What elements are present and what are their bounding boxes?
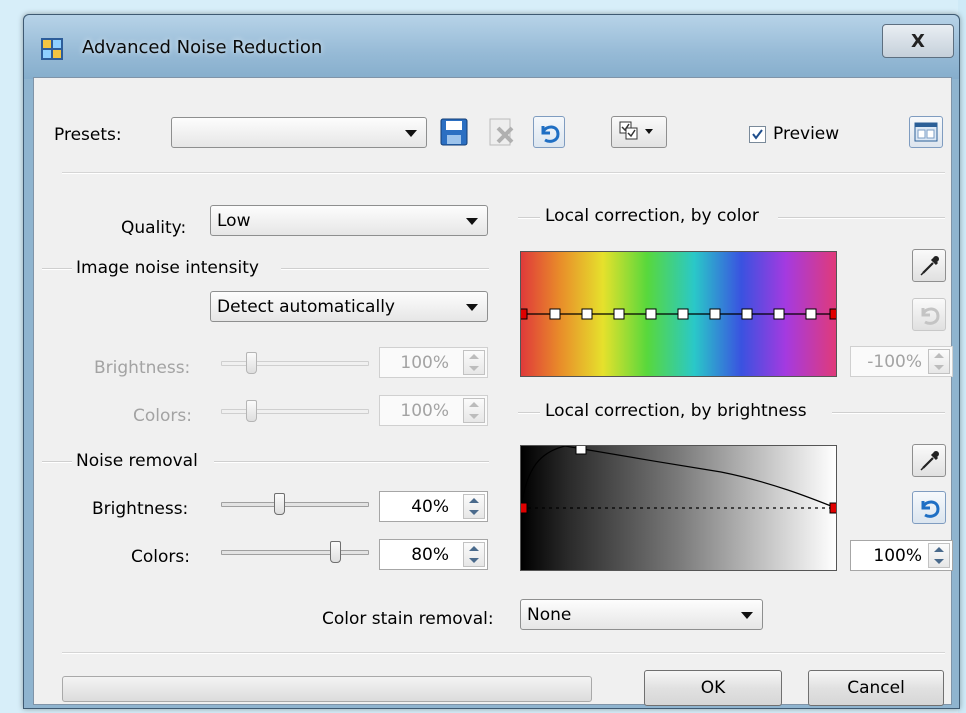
image-noise-group-label: Image noise intensity	[76, 258, 259, 278]
group-line	[214, 461, 489, 463]
window-title: Advanced Noise Reduction	[82, 37, 323, 58]
removal-brightness-slider-thumb[interactable]	[274, 493, 285, 515]
ok-button[interactable]: OK	[644, 670, 782, 706]
presets-label: Presets:	[54, 125, 122, 145]
chevron-down-icon	[405, 130, 417, 137]
color-stain-value: None	[527, 605, 572, 625]
removal-colors-slider-thumb[interactable]	[330, 541, 341, 563]
intensity-brightness-slider-thumb[interactable]	[246, 352, 257, 374]
group-line	[518, 412, 540, 414]
brightness-reset-button[interactable]	[912, 491, 946, 524]
cancel-label: Cancel	[847, 678, 905, 698]
options-menu-button[interactable]	[611, 116, 667, 148]
noise-intensity-mode-value: Detect automatically	[217, 297, 395, 317]
layout-icon	[914, 122, 938, 142]
preview-checkbox[interactable]	[749, 126, 766, 143]
removal-colors-spinbox[interactable]: 80%	[379, 539, 488, 570]
footer-divider	[62, 652, 945, 654]
dialog-client-area: Presets: Preview Quality: Low Image nois…	[33, 77, 953, 706]
group-line	[518, 217, 540, 219]
brightness-correction-value: 100%	[873, 546, 922, 566]
eyedropper-icon	[920, 256, 939, 276]
noise-intensity-mode-dropdown[interactable]: Detect automatically	[210, 291, 488, 322]
intensity-colors-slider-thumb[interactable]	[246, 400, 257, 422]
spin-arrows-icon[interactable]	[463, 542, 485, 567]
app-icon	[41, 38, 63, 60]
color-stain-label: Color stain removal:	[322, 609, 494, 629]
dialog-window: Advanced Noise Reduction X Presets: Prev…	[23, 14, 960, 709]
presets-dropdown[interactable]	[171, 117, 427, 148]
delete-preset-button[interactable]	[486, 116, 518, 148]
intensity-brightness-slider[interactable]	[221, 361, 369, 366]
quality-value: Low	[217, 211, 251, 231]
intensity-brightness-value: 100%	[400, 353, 449, 373]
chevron-down-icon	[741, 612, 753, 619]
title-bar[interactable]: Advanced Noise Reduction X	[24, 15, 959, 79]
color-correction-spinbox[interactable]: -100%	[850, 346, 953, 377]
removal-brightness-slider[interactable]	[221, 502, 369, 507]
spin-arrows-icon[interactable]	[463, 350, 485, 375]
save-preset-button[interactable]	[438, 116, 470, 148]
color-correction-graph[interactable]	[520, 251, 837, 377]
brightness-picker-button[interactable]	[912, 444, 946, 477]
color-stain-dropdown[interactable]: None	[520, 599, 763, 630]
brightness-correction-spinbox[interactable]: 100%	[850, 540, 953, 571]
spin-arrows-icon[interactable]	[928, 543, 950, 568]
progress-bar	[62, 676, 592, 702]
removal-brightness-value: 40%	[411, 497, 449, 517]
layout-toggle-button[interactable]	[909, 116, 943, 148]
intensity-brightness-spinbox[interactable]: 100%	[379, 347, 488, 378]
preview-label[interactable]: Preview	[773, 124, 839, 144]
checklist-icon	[619, 121, 653, 140]
removal-colors-slider[interactable]	[221, 550, 369, 555]
quality-dropdown[interactable]: Low	[210, 205, 488, 236]
spin-arrows-icon[interactable]	[463, 398, 485, 423]
save-icon	[440, 118, 468, 146]
eyedropper-icon	[920, 451, 939, 471]
intensity-colors-value: 100%	[400, 401, 449, 421]
checkmark-icon	[752, 129, 763, 140]
spin-arrows-icon[interactable]	[928, 349, 950, 374]
intensity-colors-slider[interactable]	[221, 409, 369, 414]
intensity-colors-label: Colors:	[133, 406, 192, 426]
undo-arrow-icon	[921, 500, 940, 518]
group-line	[42, 461, 72, 463]
reset-button[interactable]	[533, 116, 565, 148]
close-icon: X	[911, 30, 925, 52]
intensity-brightness-label: Brightness:	[94, 358, 191, 378]
local-color-group-label: Local correction, by color	[545, 206, 759, 226]
chevron-down-icon	[466, 218, 478, 225]
color-picker-button[interactable]	[912, 249, 946, 282]
brightness-curve	[521, 446, 836, 514]
removal-brightness-label: Brightness:	[92, 499, 189, 519]
group-line	[281, 268, 489, 270]
undo-arrow-icon	[541, 125, 560, 143]
spin-arrows-icon[interactable]	[463, 494, 485, 519]
delete-icon	[489, 118, 514, 146]
group-line	[832, 412, 945, 414]
color-curve	[521, 308, 836, 320]
quality-label: Quality:	[121, 218, 187, 238]
brightness-correction-graph[interactable]	[520, 445, 837, 571]
intensity-colors-spinbox[interactable]: 100%	[379, 395, 488, 426]
color-reset-button[interactable]	[912, 298, 946, 331]
noise-removal-group-label: Noise removal	[76, 451, 198, 471]
undo-arrow-icon	[921, 307, 940, 325]
local-brightness-group-label: Local correction, by brightness	[545, 401, 807, 421]
close-button[interactable]: X	[882, 24, 954, 58]
color-correction-value: -100%	[867, 352, 922, 372]
removal-brightness-spinbox[interactable]: 40%	[379, 491, 488, 522]
toolbar-divider	[62, 172, 945, 174]
cancel-button[interactable]: Cancel	[808, 670, 944, 706]
removal-colors-label: Colors:	[131, 547, 190, 567]
group-line	[42, 268, 72, 270]
group-line	[778, 217, 945, 219]
ok-label: OK	[700, 678, 726, 698]
chevron-down-icon	[466, 304, 478, 311]
removal-colors-value: 80%	[411, 545, 449, 565]
